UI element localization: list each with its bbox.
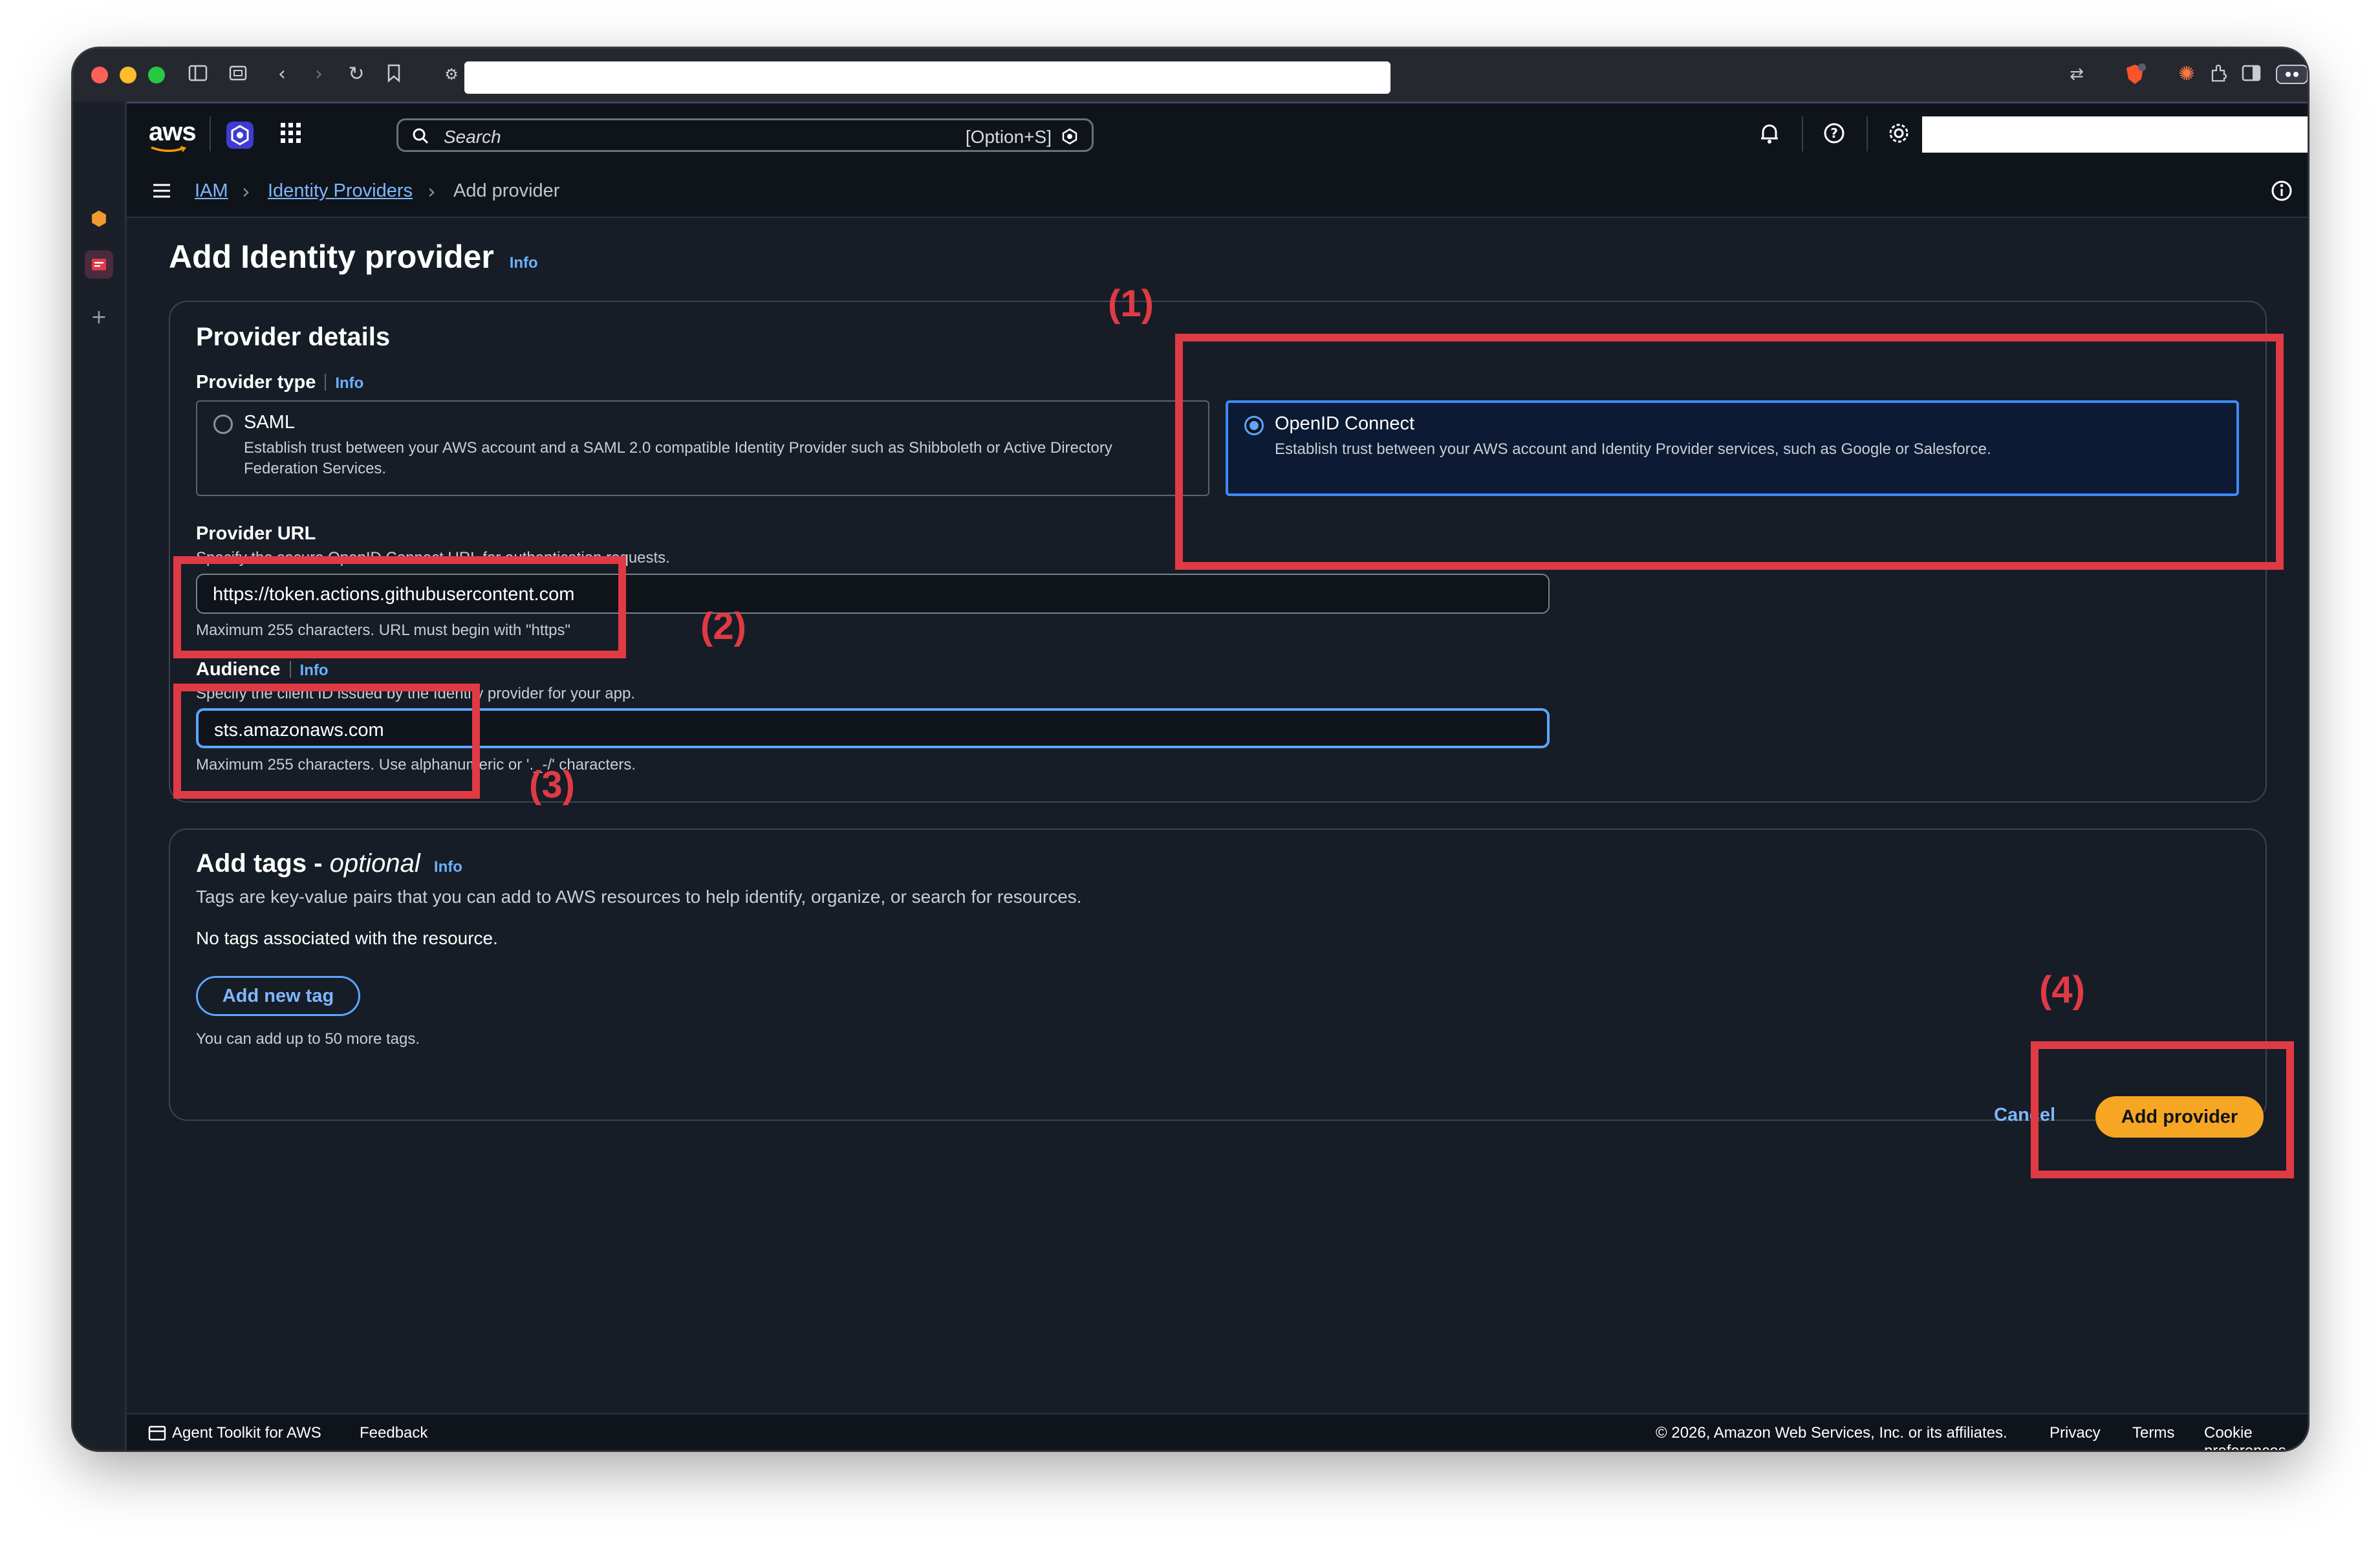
tags-heading: Add tags - optional Info (196, 849, 462, 878)
label-separator (325, 374, 327, 391)
hamburger-menu-icon[interactable] (151, 180, 172, 201)
aws-smile-icon (151, 146, 186, 152)
annotation-label-1: (1) (1108, 283, 1154, 325)
annotation-label-4: (4) (2039, 969, 2085, 1011)
breadcrumb-separator-icon: › (427, 179, 436, 204)
saml-title: SAML (244, 412, 295, 433)
tags-heading-optional: optional (329, 849, 420, 878)
page-title-text: Add Identity provider (169, 239, 494, 275)
rewards-icon[interactable]: ✺ (2175, 63, 2198, 86)
nav-divider (1802, 116, 1803, 151)
nav-divider (210, 116, 211, 151)
svg-text:?: ? (1830, 125, 1838, 141)
provider-type-label-text: Provider type (196, 372, 316, 393)
forward-icon[interactable]: › (307, 63, 330, 86)
provider-url-label: Provider URL (196, 523, 316, 544)
notifications-bell-icon[interactable] (1757, 120, 1784, 147)
label-separator (289, 661, 291, 678)
agent-toolkit-icon (148, 1425, 166, 1441)
search-placeholder: Search (444, 127, 501, 147)
zoom-window-button[interactable] (148, 67, 165, 83)
audience-info-link[interactable]: Info (300, 662, 329, 679)
annotation-box-4 (2031, 1041, 2294, 1178)
help-icon[interactable]: ? (1821, 120, 1848, 147)
amazon-q-icon[interactable] (225, 120, 254, 149)
global-search-input[interactable]: Search [Option+S] (396, 118, 1094, 152)
cube-icon[interactable]: ⬢ (85, 205, 113, 233)
annotation-box-3 (173, 684, 480, 799)
tags-heading-text: Add tags - (196, 849, 330, 878)
terms-link[interactable]: Terms (2132, 1424, 2174, 1442)
audience-label: Audience Info (196, 659, 329, 680)
add-new-tag-button[interactable]: Add new tag (196, 976, 360, 1016)
breadcrumb-add-provider: Add provider (453, 180, 560, 201)
page-footer: Agent Toolkit for AWS Feedback © 2026, A… (127, 1413, 2308, 1450)
feedback-link[interactable]: Feedback (360, 1424, 427, 1442)
close-window-button[interactable] (91, 67, 108, 83)
breadcrumb-iam[interactable]: IAM (195, 180, 228, 202)
page-info-link[interactable]: Info (510, 254, 538, 272)
annotation-label-2: (2) (700, 605, 746, 647)
extensions-icon[interactable] (2207, 63, 2231, 86)
tags-limit-text: You can add up to 50 more tags. (196, 1030, 420, 1048)
provider-type-info-link[interactable]: Info (335, 374, 363, 392)
breadcrumb-identity-providers[interactable]: Identity Providers (268, 180, 413, 202)
tags-empty-text: No tags associated with the resource. (196, 928, 498, 948)
settings-gear-icon[interactable] (1886, 120, 1913, 147)
annotation-box-1 (1175, 334, 2284, 570)
amazon-q-search-icon[interactable] (1061, 127, 1079, 146)
provider-details-heading: Provider details (196, 323, 391, 351)
copyright-text: © 2026, Amazon Web Services, Inc. or its… (1656, 1424, 2007, 1442)
add-icon[interactable]: + (85, 303, 113, 332)
address-bar[interactable] (464, 61, 1390, 94)
annotation-box-2 (173, 556, 626, 658)
tags-description: Tags are key-value pairs that you can ad… (196, 887, 1082, 907)
account-menu[interactable] (1922, 116, 2308, 153)
tags-panel: Add tags - optional Info Tags are key-va… (169, 828, 2267, 1121)
aws-logo[interactable]: aws (149, 118, 197, 147)
tags-info-link[interactable]: Info (434, 858, 462, 876)
sidebar-panel-icon[interactable] (2240, 63, 2263, 86)
translate-icon[interactable]: ⇄ (2065, 63, 2088, 86)
breadcrumb-separator-icon: › (242, 179, 250, 204)
brave-shield-icon[interactable] (2123, 63, 2147, 86)
back-icon[interactable]: ‹ (270, 63, 294, 86)
search-icon (413, 128, 429, 144)
reload-icon[interactable]: ↻ (345, 63, 368, 86)
privacy-link[interactable]: Privacy (2050, 1424, 2101, 1442)
audience-label-text: Audience (196, 659, 281, 680)
workspace-icon[interactable] (85, 250, 113, 279)
bookmark-icon[interactable] (382, 63, 406, 86)
nav-divider (1866, 116, 1868, 151)
services-grid-icon[interactable] (278, 120, 305, 147)
saml-radio[interactable] (213, 415, 233, 434)
saml-option[interactable]: SAML Establish trust between your AWS ac… (196, 400, 1209, 496)
tab-groups-icon[interactable] (226, 63, 250, 86)
cookie-preferences-link[interactable]: Cookie preferences (2204, 1424, 2308, 1450)
site-settings-icon[interactable]: ⚙ (440, 63, 463, 86)
aws-top-navigation: aws Search [Option+S] ? (127, 103, 2308, 166)
search-shortcut: [Option+S] (965, 127, 1052, 147)
saml-description: Establish trust between your AWS account… (244, 439, 1112, 477)
page-title: Add Identity provider Info (169, 238, 538, 276)
agent-toolkit-link[interactable]: Agent Toolkit for AWS (172, 1424, 321, 1442)
browser-side-rail: ⬢ + (73, 102, 127, 1450)
annotation-label-3: (3) (529, 764, 575, 806)
breadcrumb: IAM › Identity Providers › Add provider (127, 165, 2308, 218)
sidebar-toggle-icon[interactable] (186, 63, 210, 86)
provider-type-label: Provider type Info (196, 372, 363, 393)
minimize-window-button[interactable] (120, 67, 136, 83)
info-panel-icon[interactable] (2270, 179, 2293, 202)
browser-window: ‹ › ↻ ⚙ ⇄ ✺ ≡ ⬢ + aws (73, 49, 2308, 1450)
profile-icon[interactable] (2275, 63, 2308, 86)
browser-toolbar: ‹ › ↻ ⚙ ⇄ ✺ ≡ (73, 49, 2308, 103)
